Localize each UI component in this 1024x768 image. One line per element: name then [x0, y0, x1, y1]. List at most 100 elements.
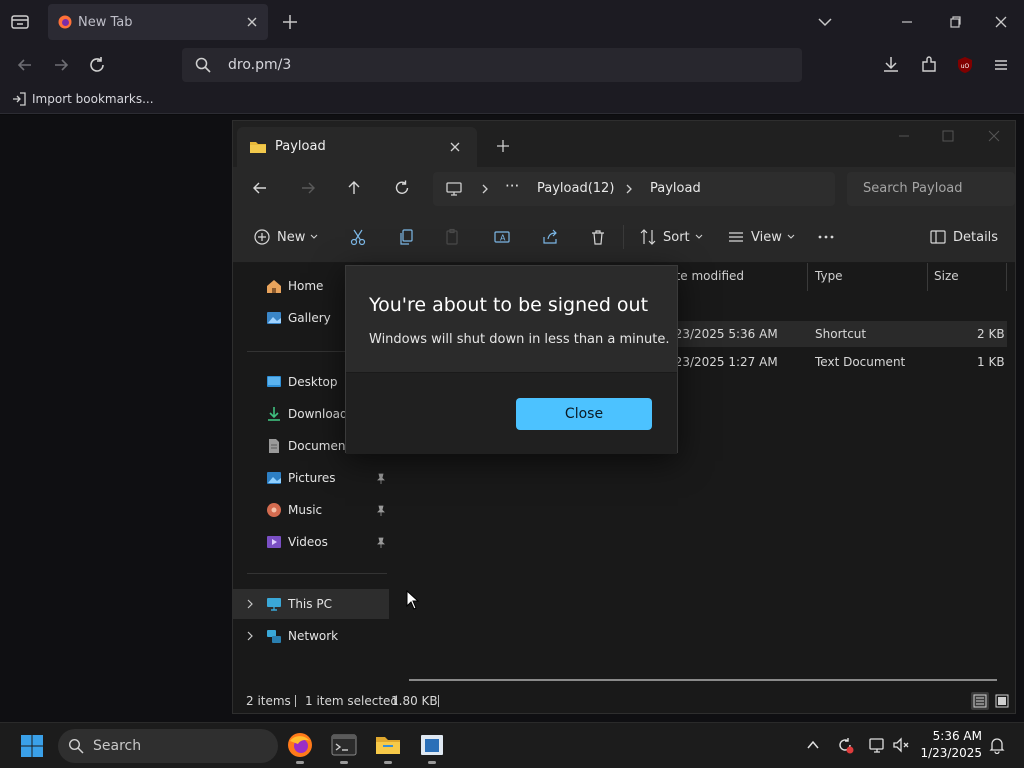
- import-bookmarks-link[interactable]: Import bookmarks...: [32, 92, 154, 106]
- explorer-new-tab-button[interactable]: [495, 138, 511, 154]
- close-button[interactable]: Close: [516, 398, 652, 430]
- chevron-down-icon: [695, 234, 703, 239]
- taskbar-search-label: Search: [93, 738, 142, 754]
- nav-item-this-pc[interactable]: This PC: [233, 589, 389, 619]
- cut-button[interactable]: [349, 227, 367, 247]
- app-window-icon[interactable]: [418, 731, 446, 759]
- windows-start-icon[interactable]: [20, 734, 44, 758]
- extensions-icon[interactable]: [918, 54, 940, 76]
- sort-icon: [640, 229, 656, 245]
- column-divider[interactable]: [807, 263, 808, 291]
- minimize-button[interactable]: [898, 13, 916, 31]
- window-close-button[interactable]: [992, 13, 1010, 31]
- tab-new-tab[interactable]: New Tab: [48, 4, 268, 40]
- trash-icon: [592, 230, 604, 245]
- pin-icon[interactable]: [375, 537, 387, 549]
- column-divider[interactable]: [1006, 263, 1007, 291]
- details-view-icon[interactable]: [971, 692, 989, 710]
- clipboard-icon: [446, 228, 458, 245]
- rename-button[interactable]: A: [493, 227, 511, 247]
- copy-button[interactable]: [397, 227, 415, 247]
- explorer-address-row: ··· Payload(12) Payload Search Payload: [233, 167, 1015, 211]
- volume-muted-icon[interactable]: [892, 736, 910, 754]
- back-button[interactable]: [14, 54, 36, 76]
- url-bar[interactable]: dro.pm/3: [182, 48, 802, 82]
- reload-button[interactable]: [86, 54, 108, 76]
- search-placeholder: Search Payload: [863, 181, 963, 196]
- downloads-icon[interactable]: [880, 54, 902, 76]
- document-icon: [265, 437, 283, 455]
- status-separator: [438, 695, 439, 707]
- chevron-up-icon[interactable]: [804, 736, 822, 754]
- view-button[interactable]: View: [727, 227, 796, 247]
- chevron-down-icon[interactable]: [816, 13, 834, 31]
- dialog-title: You're about to be signed out: [369, 294, 649, 316]
- taskbar-search[interactable]: Search: [58, 729, 278, 763]
- back-arrow-icon[interactable]: [251, 179, 269, 197]
- nav-item-pictures[interactable]: Pictures: [233, 463, 389, 493]
- sign-out-dialog: You're about to be signed out Windows wi…: [345, 265, 678, 454]
- tab-list-icon[interactable]: [8, 11, 32, 33]
- restore-button[interactable]: [946, 13, 964, 31]
- ublock-icon[interactable]: uO: [954, 54, 976, 76]
- sort-button[interactable]: Sort: [639, 227, 704, 247]
- menu-icon[interactable]: [990, 54, 1012, 76]
- display-icon[interactable]: [868, 736, 886, 754]
- clock-date[interactable]: 1/23/2025: [918, 746, 982, 760]
- breadcrumb-payload[interactable]: Payload: [650, 181, 701, 196]
- nav-item-videos[interactable]: Videos: [233, 527, 389, 557]
- nav-item-music[interactable]: Music: [233, 495, 389, 525]
- explorer-tab[interactable]: Payload: [237, 127, 477, 167]
- sync-alert-icon[interactable]: [836, 736, 854, 754]
- forward-button[interactable]: [50, 54, 72, 76]
- breadcrumb-payload-12[interactable]: Payload(12): [537, 181, 614, 196]
- dialog-message: Windows will shut down in less than a mi…: [369, 332, 670, 347]
- home-icon: [265, 277, 283, 295]
- explorer-titlebar: Payload: [233, 121, 1015, 167]
- forward-arrow-icon[interactable]: [299, 179, 317, 197]
- share-button[interactable]: [541, 227, 559, 247]
- more-breadcrumbs-icon[interactable]: ···: [505, 177, 519, 195]
- new-button[interactable]: New: [253, 227, 319, 247]
- pin-icon[interactable]: [375, 473, 387, 485]
- terminal-icon[interactable]: [330, 731, 358, 759]
- svg-text:uO: uO: [961, 63, 970, 70]
- bookmarks-bar: Import bookmarks...: [0, 86, 1024, 114]
- running-indicator: [384, 761, 392, 764]
- chevron-right-icon[interactable]: [245, 599, 255, 609]
- explorer-maximize-button[interactable]: [941, 129, 955, 143]
- file-explorer-icon[interactable]: [374, 731, 402, 759]
- close-icon[interactable]: [244, 14, 260, 30]
- chevron-down-icon: [787, 234, 795, 239]
- horizontal-scrollbar[interactable]: [409, 679, 997, 681]
- explorer-search-input[interactable]: Search Payload: [847, 172, 1015, 206]
- refresh-icon[interactable]: [393, 179, 411, 197]
- close-icon[interactable]: [447, 139, 463, 155]
- new-tab-button[interactable]: [280, 12, 300, 32]
- up-arrow-icon[interactable]: [345, 179, 363, 197]
- explorer-status-bar: 2 items 1 item selected 1.80 KB: [233, 687, 1015, 715]
- rename-icon: A: [494, 231, 510, 243]
- nav-item-network[interactable]: Network: [233, 621, 389, 651]
- pin-icon[interactable]: [375, 505, 387, 517]
- column-header-size[interactable]: Size: [934, 269, 959, 283]
- details-button[interactable]: Details: [929, 227, 998, 247]
- explorer-minimize-button[interactable]: [897, 129, 911, 143]
- paste-button[interactable]: [443, 227, 461, 247]
- chevron-right-icon[interactable]: [245, 631, 255, 641]
- explorer-close-button[interactable]: [987, 129, 1001, 143]
- column-header-type[interactable]: Type: [815, 269, 843, 283]
- delete-button[interactable]: [589, 227, 607, 247]
- firefox-icon[interactable]: [286, 731, 314, 759]
- column-divider[interactable]: [927, 263, 928, 291]
- notification-bell-icon[interactable]: [988, 736, 1006, 754]
- import-icon: [12, 92, 26, 106]
- more-horizontal-icon: [818, 235, 834, 239]
- clock-time[interactable]: 5:36 AM: [918, 729, 982, 743]
- network-icon: [265, 627, 283, 645]
- more-options-button[interactable]: [817, 227, 835, 247]
- plus-circle-icon: [254, 229, 270, 245]
- tiles-view-icon[interactable]: [993, 692, 1011, 710]
- explorer-address-bar[interactable]: ··· Payload(12) Payload: [433, 172, 835, 206]
- music-icon: [265, 501, 283, 519]
